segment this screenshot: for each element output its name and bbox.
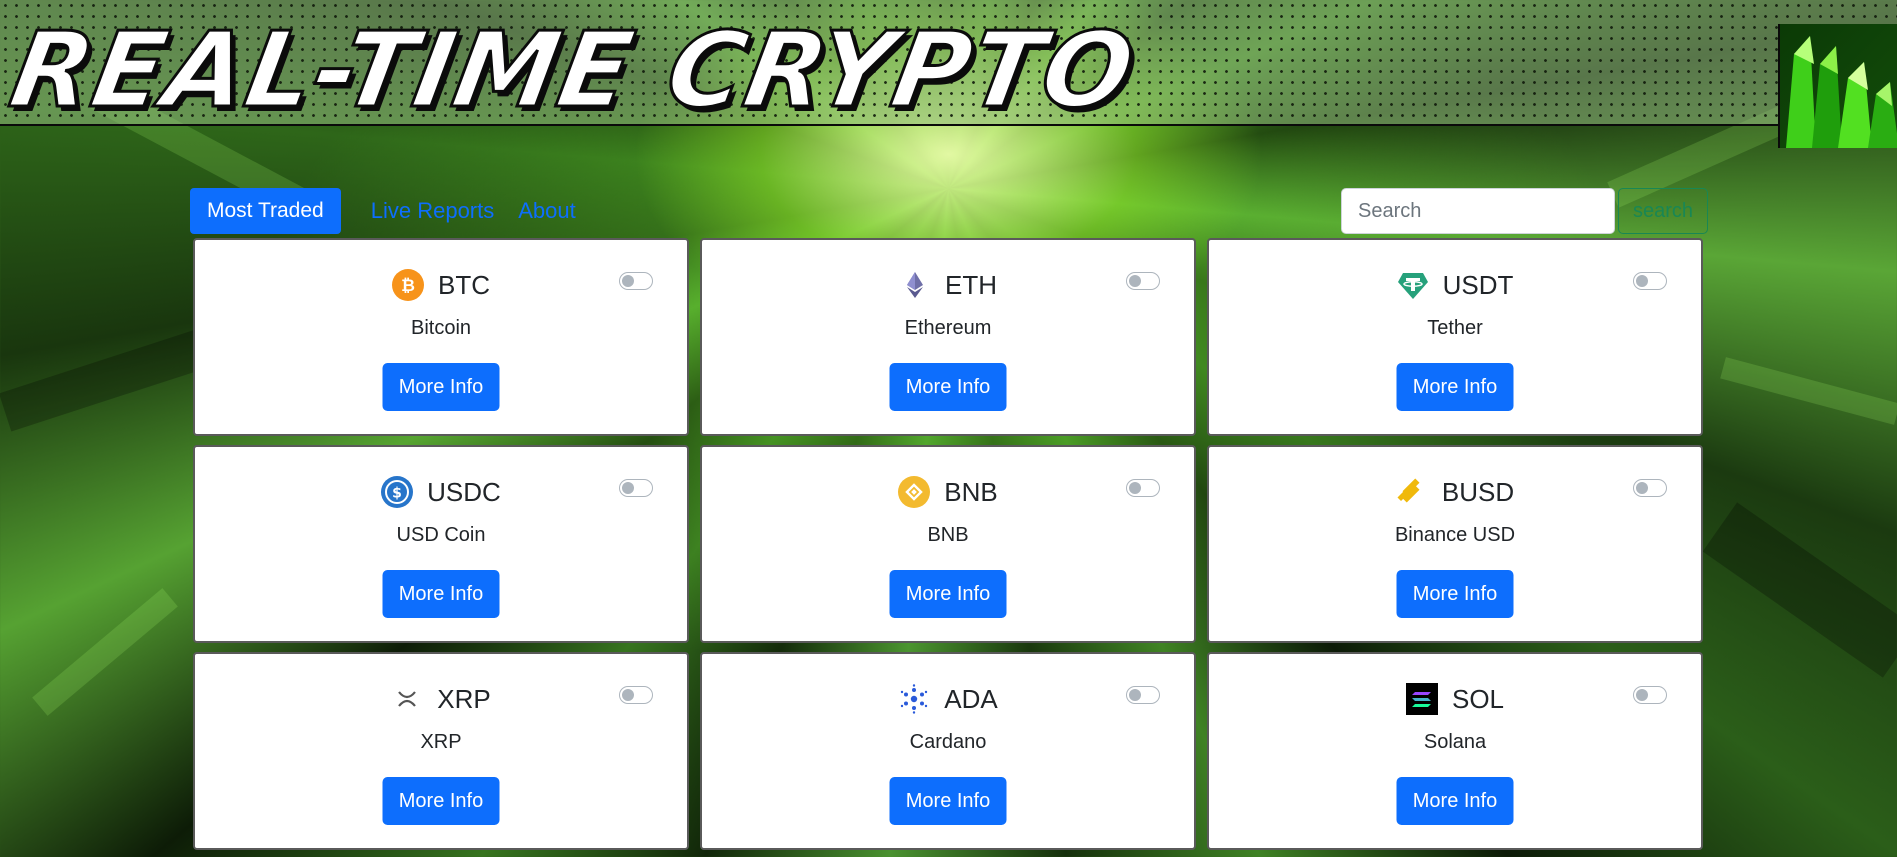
- coin-card: BUSD Binance USD More Info: [1207, 445, 1703, 643]
- coin-symbol: ADA: [944, 683, 998, 714]
- more-info-button[interactable]: More Info: [382, 363, 500, 411]
- svg-text:₿: ₿: [401, 276, 415, 296]
- coin-symbol: BUSD: [1441, 476, 1515, 507]
- solana-icon: [1405, 683, 1438, 715]
- more-info-button[interactable]: More Info: [889, 777, 1007, 825]
- ethereum-icon: [899, 269, 931, 301]
- site-header: REAL-TIME CRYPTO: [0, 0, 1897, 133]
- more-info-button[interactable]: More Info: [889, 570, 1007, 618]
- crystal-icon: [1786, 36, 1897, 148]
- track-toggle[interactable]: [1126, 272, 1160, 290]
- track-toggle[interactable]: [619, 686, 653, 704]
- coin-name: Solana: [1423, 731, 1487, 753]
- background-shard: [0, 328, 212, 432]
- coin-name: XRP: [420, 731, 462, 753]
- binance-usd-icon: [1396, 476, 1428, 508]
- xrp-icon: [391, 683, 423, 715]
- coin-symbol: XRP: [437, 683, 491, 714]
- coin-card: ETH Ethereum More Info: [700, 238, 1196, 436]
- track-toggle[interactable]: [1633, 686, 1667, 704]
- coin-card: $ USDC USD Coin More Info: [193, 445, 689, 643]
- more-info-button[interactable]: More Info: [889, 363, 1007, 411]
- more-info-button[interactable]: More Info: [382, 570, 500, 618]
- crystal-logo: [1778, 24, 1897, 148]
- coin-symbol: SOL: [1451, 683, 1505, 714]
- more-info-button[interactable]: More Info: [1396, 570, 1514, 618]
- site-title: REAL-TIME CRYPTO: [1, 8, 1145, 133]
- coin-symbol: USDC: [427, 476, 501, 507]
- nav-live-reports[interactable]: Live Reports: [359, 198, 507, 224]
- coin-symbol: BTC: [438, 269, 490, 300]
- more-info-button[interactable]: More Info: [382, 777, 500, 825]
- nav-about[interactable]: About: [506, 198, 588, 224]
- track-toggle[interactable]: [1126, 686, 1160, 704]
- background-shard: [32, 588, 178, 716]
- coin-name: Cardano: [909, 731, 987, 753]
- coin-card: USDT Tether More Info: [1207, 238, 1703, 436]
- background-shard: [1720, 357, 1897, 425]
- more-info-button[interactable]: More Info: [1396, 777, 1514, 825]
- coin-card: ADA Cardano More Info: [700, 652, 1196, 850]
- bnb-icon: [898, 476, 931, 508]
- coin-name: Binance USD: [1394, 524, 1516, 546]
- coin-card: ₿ BTC Bitcoin More Info: [193, 238, 689, 436]
- coin-name: USD Coin: [396, 524, 486, 546]
- bitcoin-icon: ₿: [392, 269, 424, 301]
- coin-symbol: ETH: [945, 269, 997, 300]
- track-toggle[interactable]: [1633, 479, 1667, 497]
- coin-symbol: USDT: [1442, 269, 1514, 300]
- background-shard: [1702, 502, 1897, 678]
- svg-text:$: $: [392, 486, 402, 502]
- main-nav: Most Traded Live Reports About: [190, 188, 588, 234]
- coin-name: Tether: [1427, 317, 1483, 339]
- coin-name: Bitcoin: [410, 317, 472, 339]
- track-toggle[interactable]: [619, 272, 653, 290]
- coin-card: XRP XRP More Info: [193, 652, 689, 850]
- coin-symbol: BNB: [944, 476, 998, 507]
- nav-most-traded[interactable]: Most Traded: [190, 188, 341, 234]
- track-toggle[interactable]: [1633, 272, 1667, 290]
- coin-name: Ethereum: [904, 317, 992, 339]
- search-button[interactable]: search: [1618, 188, 1708, 234]
- coin-card: BNB BNB More Info: [700, 445, 1196, 643]
- coin-name: BNB: [927, 524, 969, 546]
- coin-card: SOL Solana More Info: [1207, 652, 1703, 850]
- search-input[interactable]: [1341, 188, 1615, 234]
- track-toggle[interactable]: [1126, 479, 1160, 497]
- cardano-icon: [898, 683, 930, 715]
- more-info-button[interactable]: More Info: [1396, 363, 1514, 411]
- track-toggle[interactable]: [619, 479, 653, 497]
- usd-coin-icon: $: [381, 476, 414, 508]
- tether-icon: [1397, 269, 1429, 301]
